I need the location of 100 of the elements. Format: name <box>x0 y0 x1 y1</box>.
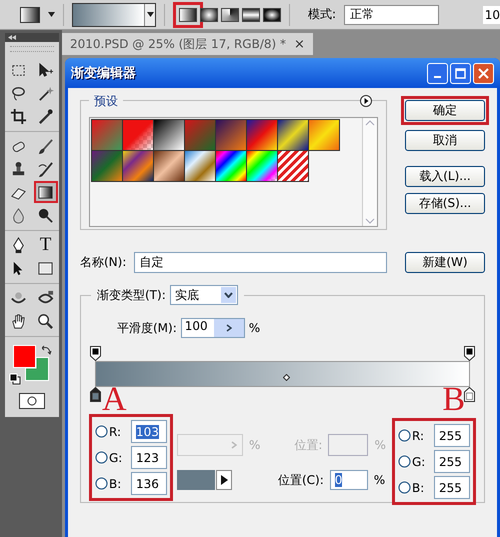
percent-label: % <box>248 321 260 335</box>
gradient-icon <box>37 184 54 200</box>
tool-button[interactable] <box>34 181 58 203</box>
radial-gradient-icon[interactable] <box>200 8 218 22</box>
radio-button[interactable] <box>398 455 411 468</box>
channel-label: R: <box>109 424 122 438</box>
channel-field[interactable]: 255 <box>434 450 470 473</box>
midpoint-icon[interactable] <box>282 374 290 381</box>
channel-label: R: <box>412 428 424 442</box>
radio-button[interactable] <box>95 451 108 464</box>
dialog-button[interactable]: 存储(S)... <box>405 193 485 214</box>
close-icon <box>478 68 489 78</box>
gradient-preset[interactable] <box>184 150 216 182</box>
reflected-gradient-icon[interactable] <box>242 8 260 22</box>
gradient-picker[interactable] <box>72 2 156 26</box>
percent-label: % <box>249 438 260 452</box>
hand-icon <box>10 312 27 330</box>
channel-label: B: <box>412 480 424 494</box>
angle-gradient-icon[interactable] <box>221 8 239 22</box>
location-field[interactable]: 0 <box>330 470 368 490</box>
minimize-icon <box>434 76 441 78</box>
opacity-field[interactable]: 10 <box>482 6 500 24</box>
drop-icon <box>10 206 27 224</box>
gradient-preset[interactable] <box>215 150 247 182</box>
stop-color-swatch[interactable] <box>177 470 215 490</box>
dialog-button[interactable]: 取消 <box>405 130 485 151</box>
color-stop[interactable] <box>464 387 475 402</box>
channel-field[interactable]: 123 <box>131 446 167 469</box>
annotation-letter: A <box>102 383 127 417</box>
radio-button[interactable] <box>95 425 108 438</box>
channel-field[interactable]: 136 <box>131 472 167 495</box>
percent-label: % <box>374 438 386 452</box>
maximize-button[interactable] <box>450 62 471 84</box>
name-label: 名称(N): <box>80 254 126 271</box>
zoom-icon <box>37 312 54 330</box>
foreground-color-swatch[interactable] <box>13 345 36 368</box>
crop-icon <box>10 108 27 124</box>
gradient-bar[interactable] <box>95 361 470 387</box>
chevron-right-icon <box>231 441 237 449</box>
collapse-icon[interactable] <box>8 35 16 40</box>
tool-button[interactable]: T <box>34 234 58 256</box>
dialog-title: 渐变编辑器 <box>71 64 137 82</box>
dialog-button[interactable]: 确定 <box>405 100 485 121</box>
gradient-preset[interactable] <box>277 119 309 151</box>
lasso-icon <box>10 84 27 102</box>
opacity-stop[interactable] <box>464 346 475 361</box>
dialog-button[interactable]: 载入(L)... <box>405 166 485 187</box>
close-tab-button[interactable]: × <box>294 36 305 52</box>
gradient-preset[interactable] <box>153 150 185 182</box>
gradient-preset[interactable] <box>122 119 154 151</box>
document-tab[interactable]: 2010.PSD @ 25% (图层 17, RGB/8) * × <box>62 33 313 55</box>
dodge-icon <box>37 206 54 224</box>
color-menu-button[interactable] <box>216 470 232 490</box>
swap-arrows-icon[interactable] <box>42 345 52 355</box>
eyedropper-icon <box>37 108 54 124</box>
chevron-right-icon[interactable] <box>226 324 232 332</box>
document-title: 2010.PSD @ 25% (图层 17, RGB/8) * <box>70 36 286 52</box>
radio-button[interactable] <box>398 481 411 494</box>
channel-field[interactable]: 255 <box>434 424 470 447</box>
name-field[interactable]: 自定 <box>134 252 387 273</box>
minimize-button[interactable] <box>427 62 448 84</box>
radio-button[interactable] <box>398 429 411 442</box>
quick-mask-icon[interactable] <box>19 393 45 409</box>
channel-field[interactable]: 255 <box>434 476 470 499</box>
gradient-preset[interactable] <box>308 119 340 151</box>
caret-icon[interactable] <box>146 12 154 17</box>
smoothness-label: 平滑度(M): <box>117 320 177 336</box>
close-button[interactable] <box>473 62 494 84</box>
mode-dropdown[interactable]: 正常 <box>344 4 440 24</box>
gradient-type-dropdown[interactable]: 实底 <box>170 285 238 305</box>
gradient-preset[interactable] <box>153 119 185 151</box>
history-brush-icon <box>37 160 54 178</box>
location-field <box>328 434 368 456</box>
diamond-gradient-icon[interactable] <box>263 8 281 22</box>
channel-label: G: <box>412 454 426 468</box>
brush-icon <box>37 138 54 154</box>
stamp-icon <box>10 160 27 178</box>
opacity-stop[interactable] <box>90 346 101 361</box>
gradient-type-label: 渐变类型(T): <box>97 286 166 304</box>
smoothness-field[interactable]: 100 <box>180 318 245 338</box>
move-arrow-icon <box>37 62 54 78</box>
play-arrow-icon <box>220 475 228 485</box>
gradient-tool-preset-icon[interactable] <box>20 6 40 22</box>
presets-label: 预设 <box>89 93 123 110</box>
default-colors-icon[interactable] <box>9 373 21 385</box>
rectangle-icon <box>37 260 54 276</box>
gradient-preset[interactable] <box>246 150 278 182</box>
color-stop[interactable] <box>90 387 101 402</box>
mode-label: 模式: <box>308 6 336 23</box>
annotation-letter: B <box>442 383 465 417</box>
gradient-preset[interactable] <box>277 150 309 182</box>
caret-icon[interactable] <box>48 12 55 17</box>
gradient-preset[interactable] <box>246 119 278 151</box>
channel-field[interactable]: 103 <box>131 420 167 443</box>
radio-button[interactable] <box>95 477 108 490</box>
percent-label: % <box>374 473 386 487</box>
background-color-swatch[interactable] <box>25 357 49 381</box>
chevron-down-icon[interactable] <box>224 292 233 298</box>
new-button[interactable]: 新建(W) <box>405 252 485 273</box>
channel-label: B: <box>109 476 122 490</box>
